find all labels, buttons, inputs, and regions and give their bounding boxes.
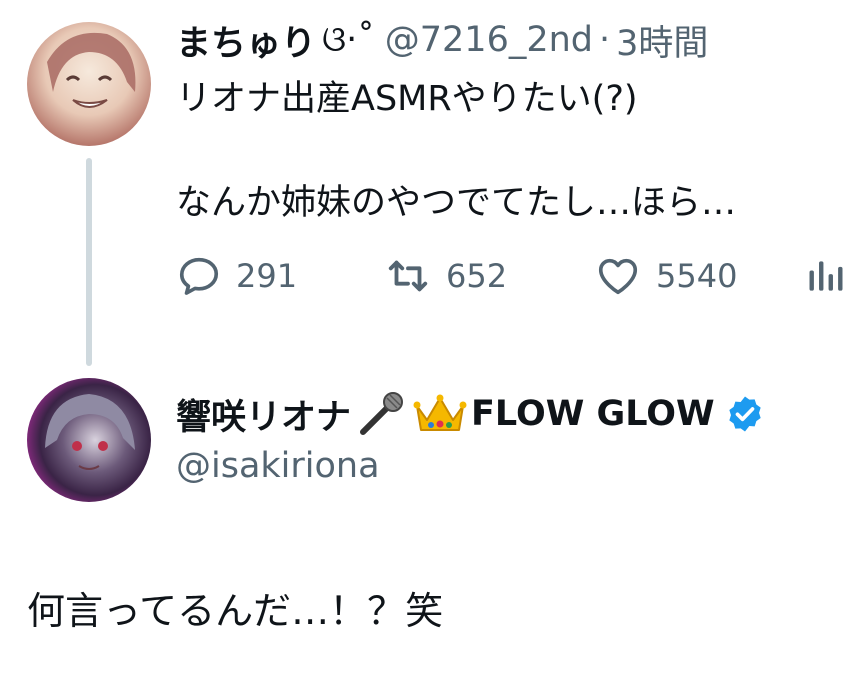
thread-connector	[86, 158, 92, 366]
display-name[interactable]: 響咲リオナ	[176, 389, 351, 440]
reply-count: 291	[236, 257, 298, 295]
tweet-text-line: なんか姉妹のやつでてたし…ほら…	[176, 183, 737, 223]
like-count: 5540	[656, 257, 738, 295]
tweet-actions: 291 652 5540	[176, 250, 847, 302]
crown-icon	[413, 392, 467, 436]
like-icon	[594, 253, 642, 299]
timestamp[interactable]: 3時間	[616, 15, 708, 66]
avatar[interactable]	[27, 22, 151, 146]
reply-text: 何言ってるんだ…！？笑	[27, 589, 444, 633]
name-suffix: FLOW GLOW	[471, 394, 715, 434]
analytics-button[interactable]	[804, 253, 847, 299]
user-handle[interactable]: @isakiriona	[176, 446, 380, 486]
tweet-header: まちゅり ଓ·˚ @7216_2nd · 3時間	[176, 18, 708, 64]
reply-button[interactable]: 291	[176, 253, 384, 299]
tweet-text-line	[176, 125, 816, 177]
user-handle[interactable]: @7216_2nd	[385, 20, 593, 60]
tweet-header: 響咲リオナ FLOW GLOW	[176, 390, 765, 438]
display-name[interactable]: まちゅり	[176, 15, 316, 66]
name-decoration: ଓ·˚	[322, 20, 375, 60]
analytics-icon	[804, 253, 847, 299]
tweet-text: リオナ出産ASMRやりたい(?) なんか姉妹のやつでてたし…ほら…	[176, 73, 816, 229]
retweet-button[interactable]: 652	[384, 253, 594, 299]
retweet-icon	[384, 253, 432, 299]
retweet-count: 652	[446, 257, 508, 295]
microphone-icon	[357, 392, 407, 436]
separator-dot: ·	[599, 20, 611, 60]
verified-badge-icon	[725, 394, 765, 434]
tweet-text-line: リオナ出産ASMRやりたい(?)	[176, 79, 638, 119]
like-button[interactable]: 5540	[594, 253, 804, 299]
avatar[interactable]	[27, 378, 151, 502]
reply-icon	[176, 253, 222, 299]
